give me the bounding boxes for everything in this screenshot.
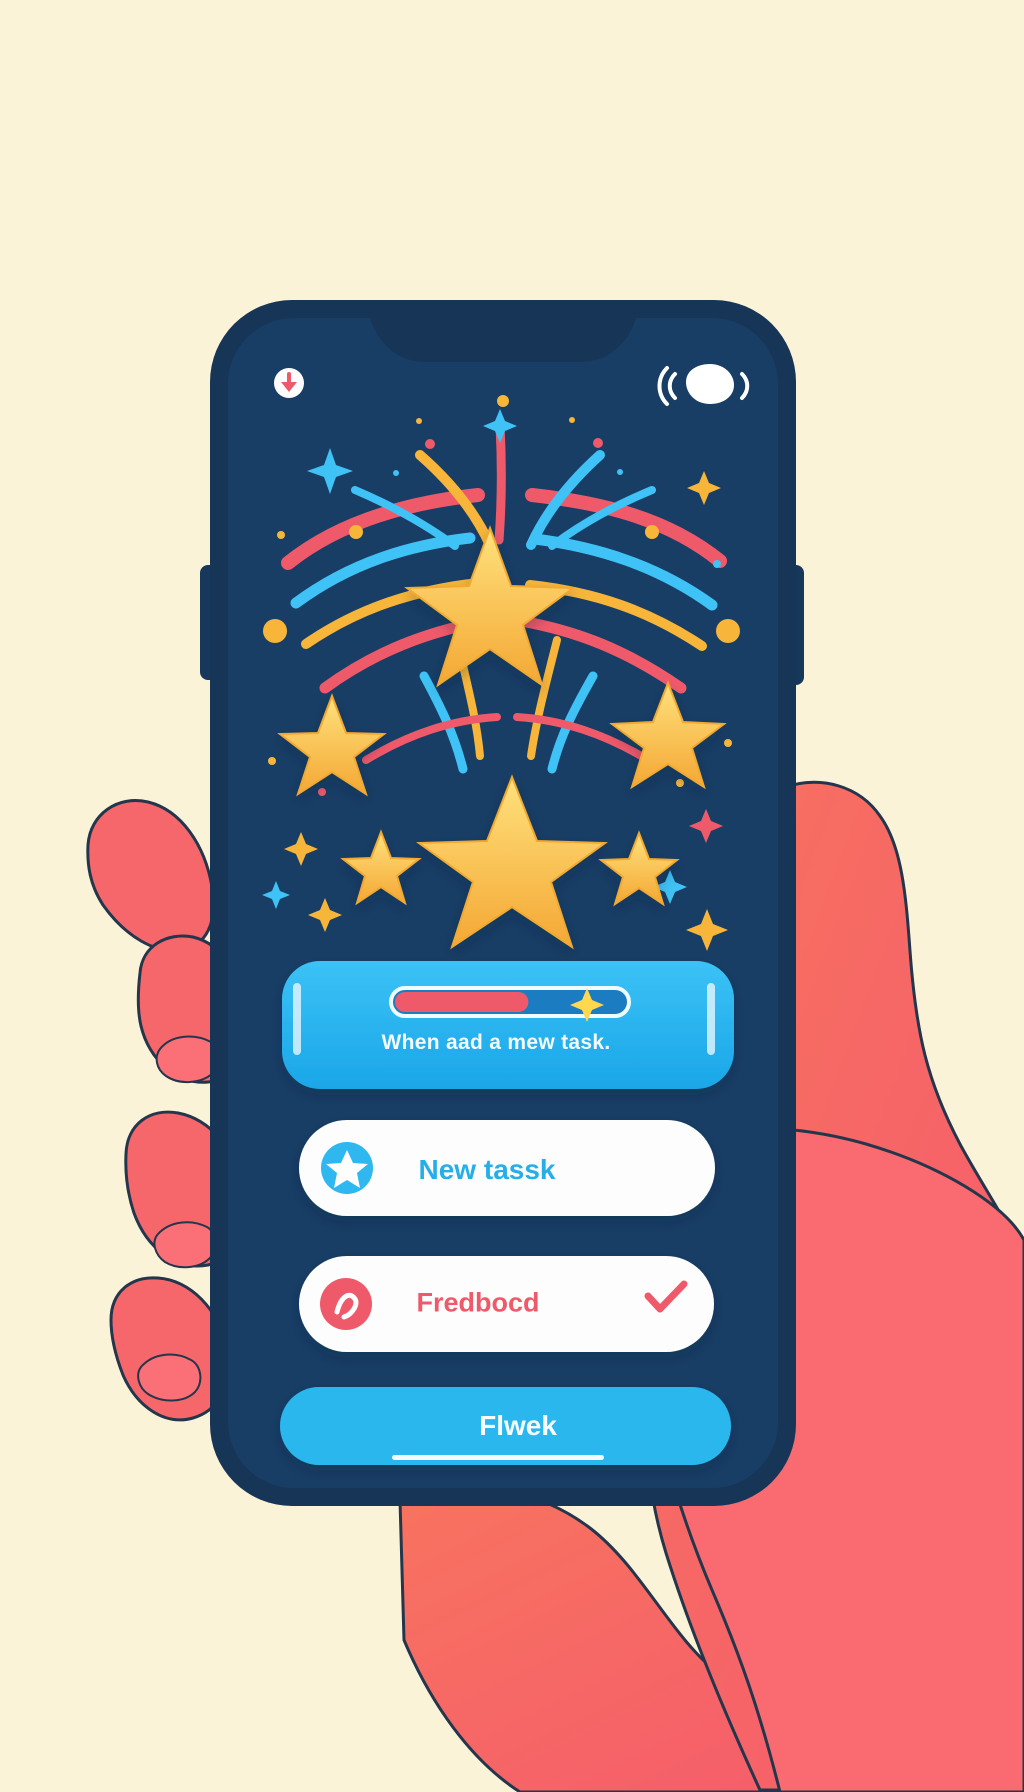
finger-nail-2: [153, 1221, 217, 1269]
finger-nail-1: [155, 1035, 220, 1083]
new-task-label[interactable]: New tassk: [419, 1154, 556, 1186]
progress-fill: [395, 992, 529, 1012]
home-indicator: [392, 1455, 604, 1460]
progress-message: When aad a mew task.: [381, 1031, 611, 1054]
phone-notch: [370, 318, 636, 362]
feedback-label[interactable]: Fredbocd: [416, 1288, 539, 1319]
notification-icon[interactable]: [274, 368, 304, 398]
feedback-icon-bg: [320, 1278, 372, 1330]
finger-nail-3: [137, 1353, 202, 1402]
progress-card: [282, 961, 734, 1089]
illustration: [86, 300, 1024, 1792]
scene: When aad a mew task. New tassk Fredbocd …: [0, 0, 1024, 1792]
bottom-button-label[interactable]: Flwek: [479, 1410, 557, 1442]
index-finger: [86, 799, 215, 953]
